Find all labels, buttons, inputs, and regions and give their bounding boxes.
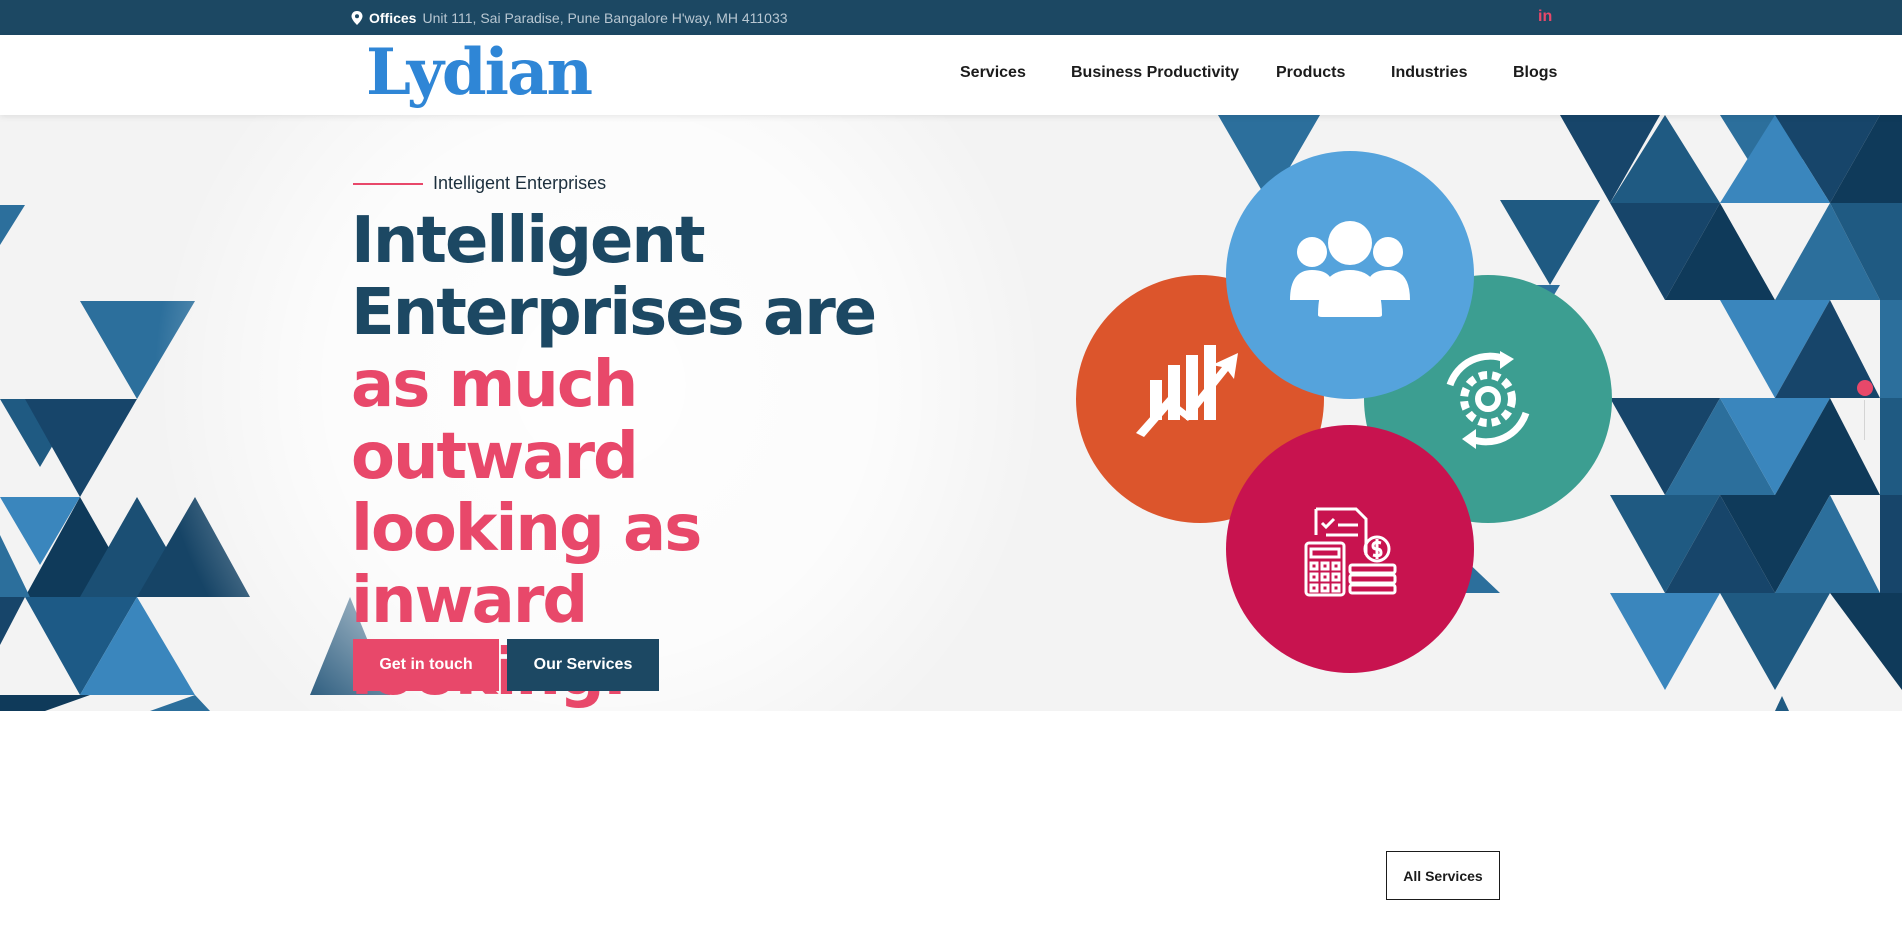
nav-products[interactable]: Products	[1276, 64, 1345, 82]
slider-indicator-line	[1864, 400, 1865, 440]
magenta-circle	[1226, 425, 1474, 673]
hero-section: Intelligent Enterprises Intelligent Ente…	[0, 115, 1902, 711]
nav-services[interactable]: Services	[960, 64, 1026, 82]
office-address: Unit 111, Sai Paradise, Pune Bangalore H…	[422, 10, 788, 26]
slider-dot-indicator[interactable]	[1857, 380, 1873, 396]
top-info-bar: Offices Unit 111, Sai Paradise, Pune Ban…	[0, 0, 1902, 35]
office-label: Offices	[369, 10, 417, 26]
office-info: Offices Unit 111, Sai Paradise, Pune Ban…	[351, 10, 788, 26]
nav-industries[interactable]: Industries	[1391, 64, 1467, 82]
site-header: Lydian Services Business Productivity Pr…	[0, 35, 1902, 115]
feature-circles	[1076, 151, 1612, 673]
location-pin-icon	[351, 11, 363, 25]
nav-business-productivity[interactable]: Business Productivity	[1071, 64, 1239, 82]
nav-blogs[interactable]: Blogs	[1513, 64, 1557, 82]
linkedin-icon[interactable]: in	[1538, 8, 1552, 26]
all-services-button[interactable]: All Services	[1386, 851, 1500, 900]
site-logo[interactable]: Lydian	[366, 37, 593, 108]
